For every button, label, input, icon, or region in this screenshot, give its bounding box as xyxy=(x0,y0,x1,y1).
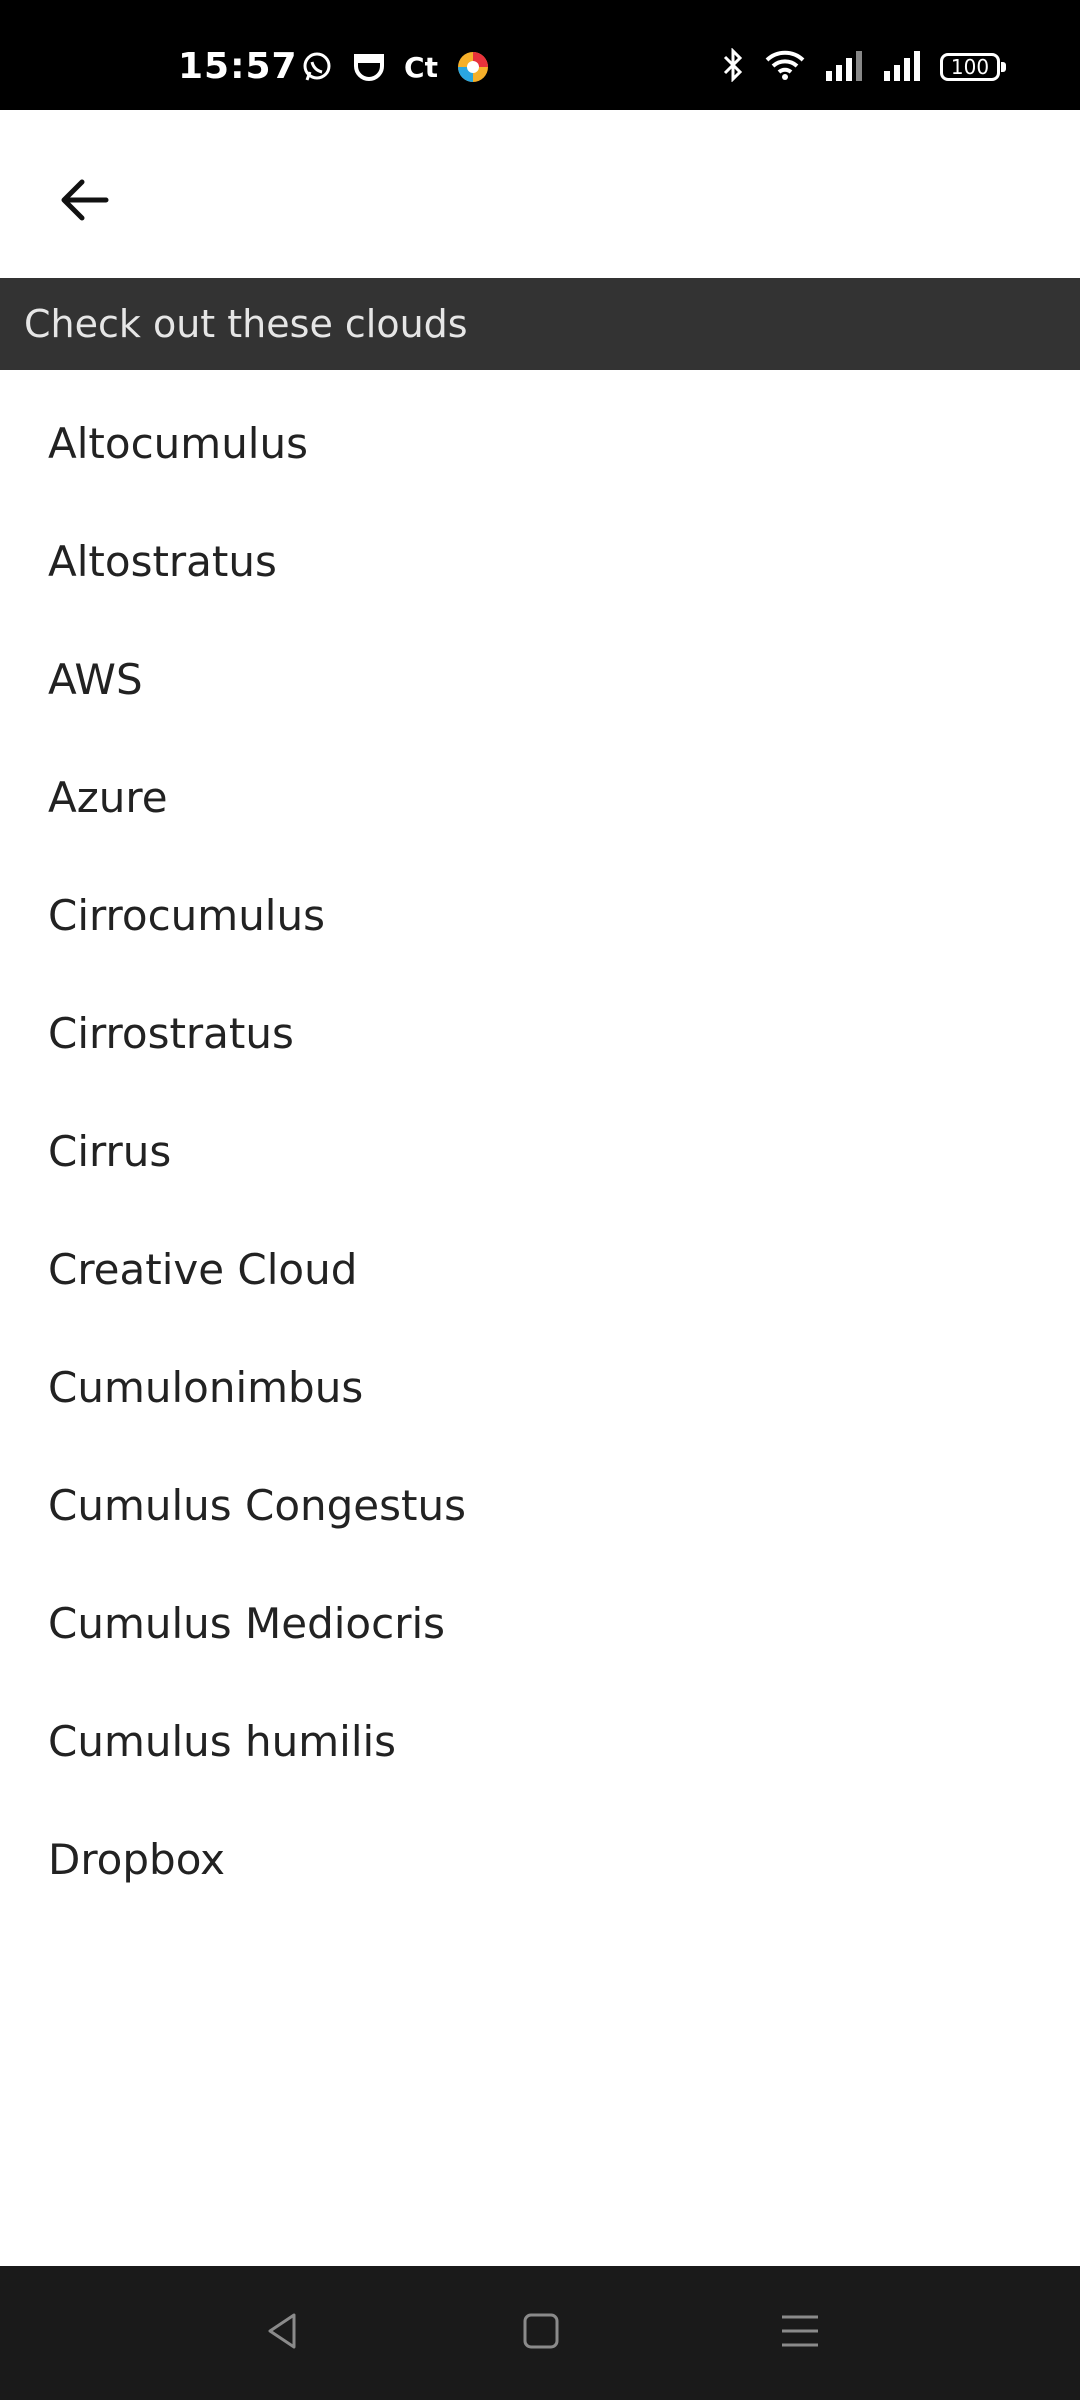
app-bar xyxy=(0,110,1080,278)
bluetooth-icon xyxy=(720,47,746,86)
whatsapp-icon xyxy=(298,48,336,86)
ct-app-icon: Ct xyxy=(404,50,438,84)
colorful-app-icon xyxy=(454,48,492,86)
status-system-icons: 100 xyxy=(720,47,1006,86)
wifi-icon xyxy=(764,48,806,86)
nav-menu-button[interactable] xyxy=(765,2298,835,2368)
navigation-bar xyxy=(0,2266,1080,2400)
arrow-left-icon xyxy=(56,172,112,232)
back-nav-icon xyxy=(262,2311,302,2355)
section-title: Check out these clouds xyxy=(24,302,468,346)
status-bar: 15:57 Ct 100 xyxy=(0,0,1080,110)
signal-icon xyxy=(882,49,922,85)
menu-nav-icon xyxy=(780,2311,820,2355)
shield-app-icon xyxy=(350,48,388,86)
home-nav-icon xyxy=(521,2311,561,2355)
status-time: 15:57 xyxy=(178,46,298,87)
nav-back-button[interactable] xyxy=(247,2298,317,2368)
battery-indicator: 100 xyxy=(940,53,1006,81)
back-button[interactable] xyxy=(36,154,132,250)
cloud-list: Altocumulus Altostratus AWS Azure Cirroc… xyxy=(0,370,1080,1932)
section-header: Check out these clouds xyxy=(0,278,1080,370)
signal-icon xyxy=(824,49,864,85)
list-item[interactable]: Dropbox xyxy=(0,1786,1080,1932)
status-app-icons: Ct xyxy=(298,48,492,86)
nav-home-button[interactable] xyxy=(506,2298,576,2368)
